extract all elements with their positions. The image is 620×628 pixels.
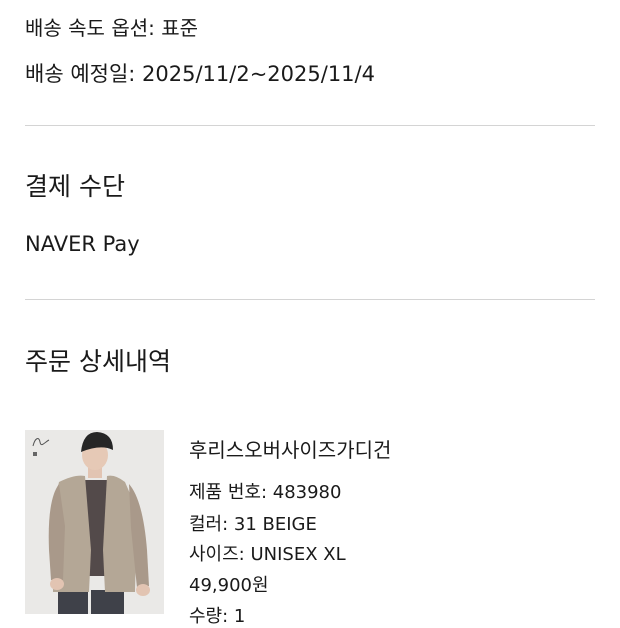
product-code: 제품 번호: 483980 [189,482,342,503]
product-photo [25,430,164,614]
product-price: 49,900원 [189,575,269,596]
order-details-title: 주문 상세내역 [25,347,171,376]
payment-method: NAVER Pay [25,232,140,256]
section-divider [25,125,595,126]
product-color: 컬러: 31 BEIGE [189,514,317,535]
shipping-expected-date: 배송 예정일: 2025/11/2~2025/11/4 [25,62,375,86]
product-quantity: 수량: 1 [189,606,246,627]
product-name[interactable]: 후리스오버사이즈가디건 [189,434,391,463]
shipping-speed-option: 배송 속도 옵션: 표준 [25,16,199,40]
product-image[interactable] [25,430,164,614]
section-divider [25,299,595,300]
payment-section-title: 결제 수단 [25,172,125,201]
product-size: 사이즈: UNISEX XL [189,544,346,565]
